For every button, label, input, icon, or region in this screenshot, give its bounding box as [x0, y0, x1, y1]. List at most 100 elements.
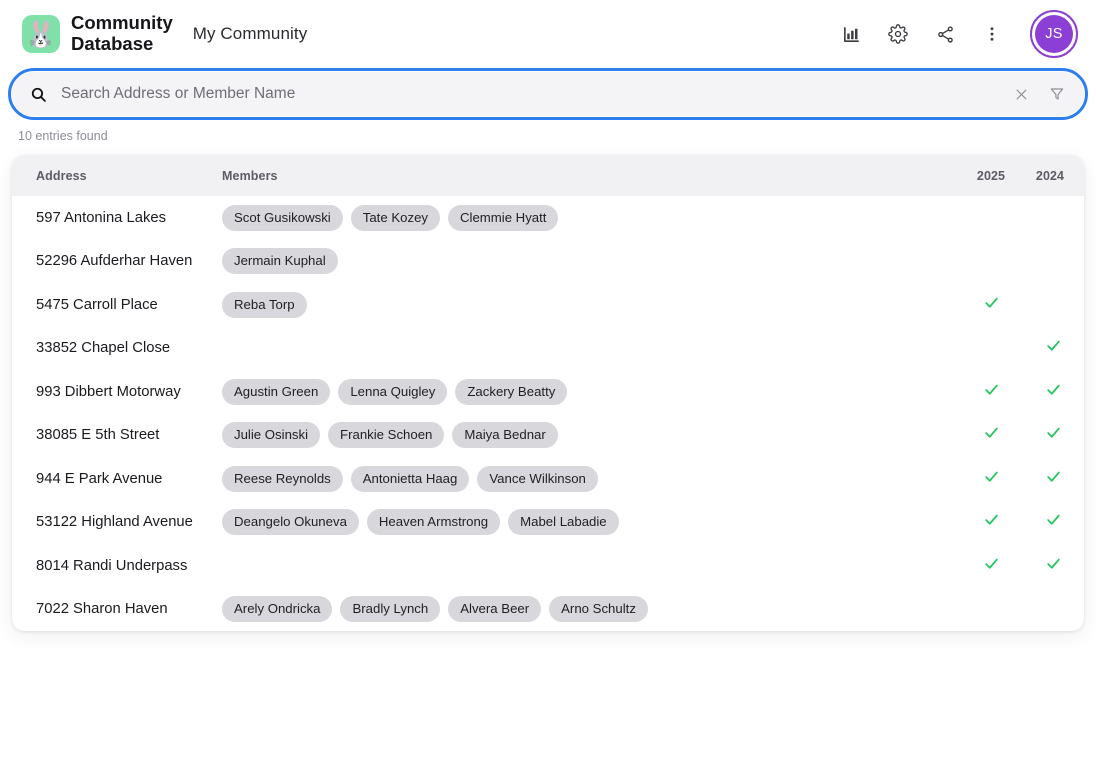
check-icon [1045, 424, 1062, 441]
cell-year-2025[interactable] [960, 457, 1022, 501]
cell-year-2024[interactable] [1022, 239, 1084, 283]
cell-year-2024[interactable] [1022, 283, 1084, 327]
cell-members: Reese Reynolds Antonietta Haag Vance Wilki… [220, 457, 960, 501]
cell-year-2024[interactable] [1022, 544, 1084, 588]
cell-year-2024[interactable] [1022, 370, 1084, 414]
cell-address[interactable]: 5475 Carroll Place [12, 283, 220, 327]
entries-card: Address Members 2025 2024 597 Antonina L… [12, 155, 1084, 631]
table-head: Address Members 2025 2024 [12, 155, 1084, 196]
table-row[interactable]: 33852 Chapel Close [12, 326, 1084, 370]
cell-year-2024[interactable] [1022, 413, 1084, 457]
filter-icon[interactable] [1046, 83, 1068, 105]
cell-address[interactable]: 38085 E 5th Street [12, 413, 220, 457]
column-header-2024[interactable]: 2024 [1022, 155, 1084, 196]
cell-address[interactable]: 33852 Chapel Close [12, 326, 220, 370]
cell-year-2025[interactable] [960, 283, 1022, 327]
search-bar[interactable] [12, 72, 1084, 116]
cell-address[interactable]: 52296 Aufderhar Haven [12, 239, 220, 283]
member-chip[interactable]: Reese Reynolds [222, 465, 343, 492]
gear-icon[interactable] [885, 21, 911, 47]
member-chip[interactable]: Jermain Kuphal [222, 248, 338, 275]
table-row[interactable]: 5475 Carroll Place Reba Torp [12, 283, 1084, 327]
check-icon [1045, 381, 1062, 398]
table-row[interactable]: 8014 Randi Underpass [12, 544, 1084, 588]
member-chip[interactable]: Heaven Armstrong [366, 509, 501, 536]
header-actions: JS [838, 10, 1078, 58]
column-header-address[interactable]: Address [12, 155, 220, 196]
member-chip[interactable]: Arno Schultz [549, 596, 648, 623]
cell-address[interactable]: 944 E Park Avenue [12, 457, 220, 501]
check-icon [1045, 337, 1062, 354]
cell-year-2024[interactable] [1022, 196, 1084, 240]
table-row[interactable]: 7022 Sharon Haven Arely Ondricka Bradly Ly… [12, 587, 1084, 631]
cell-year-2025[interactable] [960, 370, 1022, 414]
search-input[interactable] [61, 85, 996, 103]
member-chip[interactable]: Lenna Quigley [338, 378, 448, 405]
cell-address[interactable]: 597 Antonina Lakes [12, 196, 220, 240]
cell-year-2024[interactable] [1022, 457, 1084, 501]
member-chip[interactable]: Antonietta Haag [350, 465, 470, 492]
table-row[interactable]: 993 Dibbert Motorway Agustin Green Lenna Q… [12, 370, 1084, 414]
cell-address[interactable]: 7022 Sharon Haven [12, 587, 220, 631]
check-icon [1045, 555, 1062, 572]
member-chip[interactable]: Zackery Beatty [455, 378, 568, 405]
cell-address[interactable]: 993 Dibbert Motorway [12, 370, 220, 414]
cell-year-2024[interactable] [1022, 326, 1084, 370]
share-icon[interactable] [932, 21, 958, 47]
cell-year-2024[interactable] [1022, 500, 1084, 544]
member-chip[interactable]: Agustin Green [222, 378, 331, 405]
avatar[interactable]: JS [1030, 10, 1078, 58]
more-vertical-icon[interactable] [979, 21, 1005, 47]
member-chip-list: Arely Ondricka Bradly Lynch Alvera Beer Arn… [222, 596, 960, 623]
workspace-title: My Community [192, 24, 308, 43]
table-row[interactable]: 38085 E 5th Street Julie Osinski Frankie S… [12, 413, 1084, 457]
member-chip[interactable]: Tate Kozey [350, 204, 440, 231]
cell-year-2025[interactable] [960, 587, 1022, 631]
cell-year-2025[interactable] [960, 413, 1022, 457]
member-chip[interactable]: Clemmie Hyatt [448, 204, 559, 231]
brand[interactable]: 🐰 Community Database [22, 12, 173, 54]
entries-table: Address Members 2025 2024 597 Antonina L… [12, 155, 1084, 631]
cell-members: Deangelo Okuneva Heaven Armstrong Mabel La… [220, 500, 960, 544]
table-row[interactable]: 944 E Park Avenue Reese Reynolds Antoniett… [12, 457, 1084, 501]
cell-year-2025[interactable] [960, 500, 1022, 544]
cell-address[interactable]: 8014 Randi Underpass [12, 544, 220, 588]
cell-year-2025[interactable] [960, 326, 1022, 370]
member-chip[interactable]: Mabel Labadie [508, 509, 619, 536]
member-chip-list: Jermain Kuphal [222, 248, 960, 275]
search-focus-ring [8, 68, 1088, 120]
table-row[interactable]: 52296 Aufderhar Haven Jermain Kuphal [12, 239, 1084, 283]
brand-name-line1: Community [71, 12, 173, 34]
close-icon[interactable] [1010, 83, 1032, 105]
member-chip[interactable]: Vance Wilkinson [477, 465, 598, 492]
table-body: 597 Antonina Lakes Scot Gusikowski Tate Ko… [12, 196, 1084, 631]
column-header-members[interactable]: Members [220, 155, 960, 196]
member-chip-list: Scot Gusikowski Tate Kozey Clemmie Hyatt [222, 204, 960, 231]
member-chip-list: Reba Torp [222, 291, 960, 318]
member-chip[interactable]: Frankie Schoen [328, 422, 445, 449]
member-chip[interactable]: Alvera Beer [448, 596, 542, 623]
member-chip[interactable]: Deangelo Okuneva [222, 509, 359, 536]
member-chip[interactable]: Julie Osinski [222, 422, 321, 449]
member-chip[interactable]: Arely Ondricka [222, 596, 333, 623]
column-header-2025[interactable]: 2025 [960, 155, 1022, 196]
cell-members: Agustin Green Lenna Quigley Zackery Beatty [220, 370, 960, 414]
check-icon [983, 381, 1000, 398]
cell-year-2024[interactable] [1022, 587, 1084, 631]
cell-year-2025[interactable] [960, 544, 1022, 588]
member-chip[interactable]: Bradly Lynch [340, 596, 441, 623]
cell-address[interactable]: 53122 Highland Avenue [12, 500, 220, 544]
cell-members: Reba Torp [220, 283, 960, 327]
chart-icon[interactable] [838, 21, 864, 47]
table-row[interactable]: 597 Antonina Lakes Scot Gusikowski Tate Ko… [12, 196, 1084, 240]
member-chip-list: Reese Reynolds Antonietta Haag Vance Wilki… [222, 465, 960, 492]
cell-year-2025[interactable] [960, 239, 1022, 283]
member-chip[interactable]: Reba Torp [222, 291, 307, 318]
cell-year-2025[interactable] [960, 196, 1022, 240]
table-row[interactable]: 53122 Highland Avenue Deangelo Okuneva Hea… [12, 500, 1084, 544]
member-chip[interactable]: Maiya Bednar [452, 422, 558, 449]
cell-members: Arely Ondricka Bradly Lynch Alvera Beer Arn… [220, 587, 960, 631]
member-chip[interactable]: Scot Gusikowski [222, 204, 343, 231]
table-header-row: Address Members 2025 2024 [12, 155, 1084, 196]
app-header: 🐰 Community Database My Community JS [0, 0, 1096, 68]
